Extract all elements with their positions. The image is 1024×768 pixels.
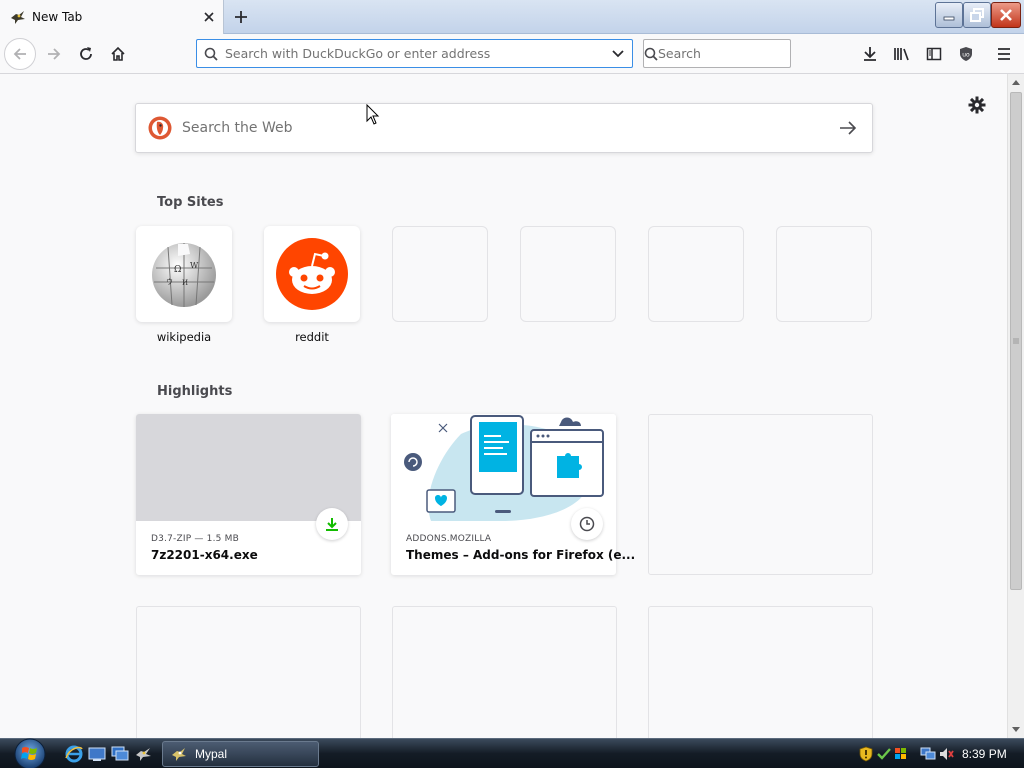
search-icon: [644, 40, 658, 67]
chevron-down-icon[interactable]: [604, 40, 632, 67]
top-site-empty-slot[interactable]: [520, 226, 616, 322]
card-context: D3.7-ZIP — 1.5 MB: [151, 534, 239, 544]
internet-explorer-icon[interactable]: [64, 744, 84, 764]
minimize-window-button[interactable]: [935, 2, 963, 28]
mypal-icon: [10, 9, 26, 25]
mypal-quicklaunch-icon[interactable]: [133, 744, 153, 764]
download-icon: [316, 508, 348, 540]
top-site-empty-slot[interactable]: [776, 226, 872, 322]
top-site-empty-slot[interactable]: [648, 226, 744, 322]
minimize-icon: [943, 16, 955, 21]
top-site-label: wikipedia: [156, 330, 212, 344]
mypal-icon: [172, 748, 186, 761]
tab-strip: New Tab: [0, 0, 1024, 34]
highlight-empty-slot: [648, 606, 873, 738]
top-sites-heading: Top Sites: [157, 195, 224, 210]
card-context: ADDONS.MOZILLA: [406, 534, 492, 544]
windows-start-orb-icon: [14, 738, 46, 768]
card-preview-image: [391, 414, 616, 521]
tab-title: New Tab: [32, 10, 83, 24]
search-icon: [197, 40, 225, 67]
reddit-alien-icon: [276, 238, 348, 310]
home-icon: [111, 46, 125, 61]
tab-new-tab[interactable]: New Tab: [0, 0, 224, 34]
shield-icon: uo: [960, 47, 972, 61]
duckduckgo-logo-icon: [148, 116, 172, 140]
close-tab-icon[interactable]: [195, 3, 223, 31]
checkmark-tray-icon[interactable]: [876, 746, 892, 762]
library-button[interactable]: [886, 38, 918, 70]
reload-icon: [80, 47, 92, 60]
web-search-box[interactable]: [135, 103, 873, 153]
close-window-button[interactable]: [991, 2, 1021, 28]
network-tray-icon[interactable]: [920, 746, 936, 762]
back-button[interactable]: [4, 38, 36, 70]
highlights-heading: Highlights: [157, 384, 233, 399]
svg-text:ウ: ウ: [166, 278, 173, 286]
scrollbar-thumb[interactable]: [1010, 92, 1022, 590]
clock-icon: [571, 508, 603, 540]
restore-window-button[interactable]: [963, 2, 991, 28]
windows-taskbar: Mypal 8:39 PM: [0, 738, 1024, 768]
reload-button[interactable]: [70, 38, 102, 70]
taskbar-mypal-button[interactable]: Mypal: [162, 741, 319, 767]
card-title: Themes – Add-ons for Firefox (e...: [406, 548, 636, 562]
settings-gear-button[interactable]: [965, 93, 989, 117]
top-site-empty-slot[interactable]: [392, 226, 488, 322]
highlight-card-addons[interactable]: ADDONS.MOZILLA Themes – Add-ons for Fire…: [391, 414, 635, 575]
highlight-empty-slot: [136, 606, 361, 738]
close-icon: [1000, 9, 1012, 21]
top-site-wikipedia[interactable]: Ω W И ウ: [136, 226, 232, 322]
search-input[interactable]: [658, 40, 814, 67]
highlight-card-download[interactable]: D3.7-ZIP — 1.5 MB 7z2201-x64.exe: [136, 414, 361, 575]
navigation-toolbar: uo: [0, 34, 1024, 74]
sidebar-button[interactable]: [918, 38, 950, 70]
home-button[interactable]: [102, 38, 134, 70]
top-site-label: reddit: [295, 330, 329, 344]
svg-text:uo: uo: [962, 52, 970, 59]
card-preview-image: [136, 414, 361, 521]
show-desktop-icon[interactable]: [87, 744, 107, 764]
addons-illustration: [404, 415, 604, 521]
plus-icon: [235, 11, 247, 23]
scroll-down-arrow-icon[interactable]: [1008, 722, 1024, 738]
security-shield-tray-icon[interactable]: [858, 746, 874, 762]
web-search-input[interactable]: [182, 104, 824, 152]
highlight-empty-slot: [648, 414, 873, 575]
svg-text:W: W: [190, 261, 199, 270]
forward-button[interactable]: [38, 38, 70, 70]
download-icon: [864, 47, 876, 61]
top-site-reddit[interactable]: [264, 226, 360, 322]
back-arrow-icon: [13, 48, 26, 60]
scroll-up-arrow-icon[interactable]: [1008, 74, 1024, 90]
library-icon: [894, 48, 909, 61]
ublock-button[interactable]: uo: [950, 38, 982, 70]
taskbar-clock[interactable]: 8:39 PM: [962, 747, 1007, 761]
address-bar[interactable]: [196, 39, 633, 68]
hamburger-menu-icon: [998, 48, 1010, 60]
svg-text:И: И: [182, 279, 188, 287]
start-button[interactable]: [8, 737, 52, 768]
downloads-button[interactable]: [854, 38, 886, 70]
address-input[interactable]: [225, 40, 604, 67]
menu-button[interactable]: [988, 38, 1020, 70]
sidebar-icon: [926, 47, 942, 61]
new-tab-page: Top Sites Ω W И ウ wikipedia reddit Highl…: [0, 74, 1007, 738]
mouse-pointer-icon: [366, 104, 380, 125]
forward-arrow-icon: [48, 48, 61, 60]
card-title: 7z2201-x64.exe: [151, 548, 258, 562]
taskbar-app-label: Mypal: [195, 747, 228, 761]
new-tab-button[interactable]: [226, 2, 256, 32]
volume-muted-icon[interactable]: [938, 746, 954, 762]
switch-windows-icon[interactable]: [110, 744, 130, 764]
restore-icon: [970, 8, 984, 22]
wikipedia-globe-icon: Ω W И ウ: [152, 243, 216, 307]
highlight-empty-slot: [392, 606, 617, 738]
gear-icon: [968, 96, 986, 114]
search-bar[interactable]: [643, 39, 814, 68]
search-go-arrow-icon[interactable]: [824, 104, 872, 152]
vertical-scrollbar[interactable]: [1007, 74, 1024, 738]
action-center-flag-icon[interactable]: [893, 746, 909, 762]
svg-text:Ω: Ω: [174, 265, 181, 275]
